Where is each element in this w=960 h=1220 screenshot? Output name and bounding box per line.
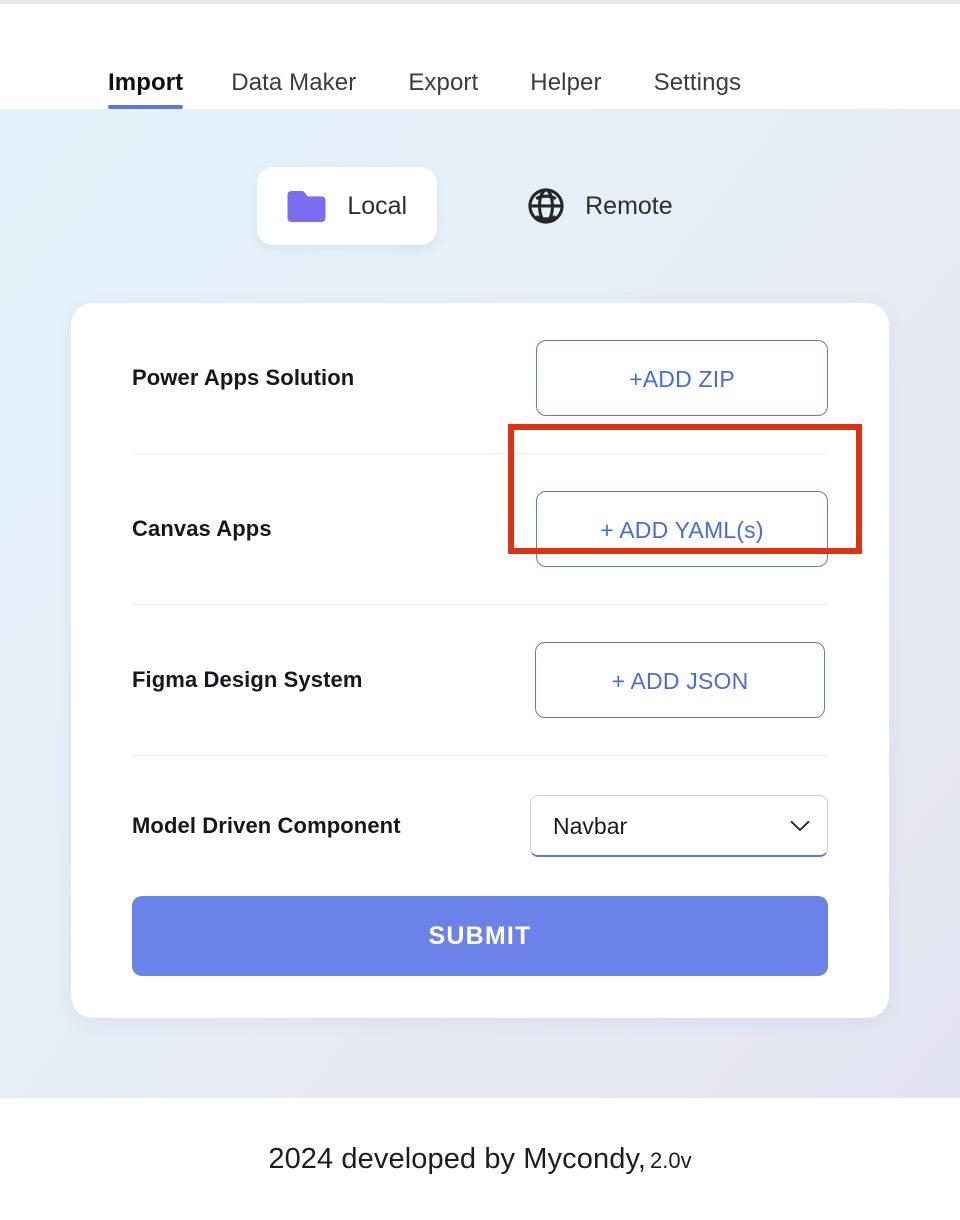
import-page-body: Local Remote Power Apps Solution +ADD ZI… [0, 109, 960, 1098]
row-model-driven-component-label: Model Driven Component [132, 813, 401, 838]
model-driven-component-select-wrap: Navbar [530, 795, 828, 857]
footer-credit-text: 2024 developed by Mycondy, [268, 1142, 647, 1175]
row-model-driven-component: Model Driven Component Navbar [132, 756, 828, 896]
import-card: Power Apps Solution +ADD ZIP Canvas Apps… [71, 303, 889, 1018]
tab-export[interactable]: Export [382, 69, 504, 109]
main-navbar: Import Data Maker Export Helper Settings [0, 4, 960, 109]
app-root: Import Data Maker Export Helper Settings [0, 0, 960, 1220]
source-selector: Local Remote [0, 165, 960, 247]
globe-icon [528, 188, 564, 224]
source-option-local[interactable]: Local [257, 167, 438, 245]
tab-import[interactable]: Import [108, 69, 205, 109]
tab-import-label: Import [108, 69, 184, 96]
page-footer: 2024 developed by Mycondy, 2.0v [0, 1098, 960, 1220]
footer-version-text: 2.0v [650, 1147, 692, 1173]
tab-helper-label: Helper [530, 69, 602, 96]
add-zip-button[interactable]: +ADD ZIP [536, 340, 828, 416]
row-canvas-apps-label: Canvas Apps [132, 516, 272, 541]
add-json-button[interactable]: + ADD JSON [535, 642, 825, 718]
row-figma-design-system: Figma Design System + ADD JSON [132, 605, 828, 756]
row-figma-design-system-label: Figma Design System [132, 667, 363, 692]
submit-button[interactable]: SUBMIT [132, 896, 828, 976]
tab-list: Import Data Maker Export Helper Settings [108, 69, 767, 109]
folder-icon [287, 191, 326, 222]
submit-row: SUBMIT [132, 896, 828, 1018]
source-option-remote[interactable]: Remote [497, 165, 703, 247]
tab-helper[interactable]: Helper [504, 69, 627, 109]
tab-data-maker[interactable]: Data Maker [205, 69, 382, 109]
footer-credit: 2024 developed by Mycondy, 2.0v [268, 1143, 691, 1176]
source-option-remote-label: Remote [585, 192, 673, 220]
model-driven-component-select[interactable]: Navbar [530, 795, 828, 857]
tab-settings-label: Settings [653, 69, 742, 96]
row-canvas-apps: Canvas Apps + ADD YAML(s) [132, 454, 828, 605]
tab-export-label: Export [408, 69, 479, 96]
row-power-apps-solution-label: Power Apps Solution [132, 365, 355, 390]
source-option-local-label: Local [347, 192, 408, 220]
row-power-apps-solution: Power Apps Solution +ADD ZIP [132, 303, 828, 454]
tab-data-maker-label: Data Maker [231, 69, 357, 96]
tab-settings[interactable]: Settings [628, 69, 768, 109]
add-yaml-button[interactable]: + ADD YAML(s) [536, 491, 828, 567]
